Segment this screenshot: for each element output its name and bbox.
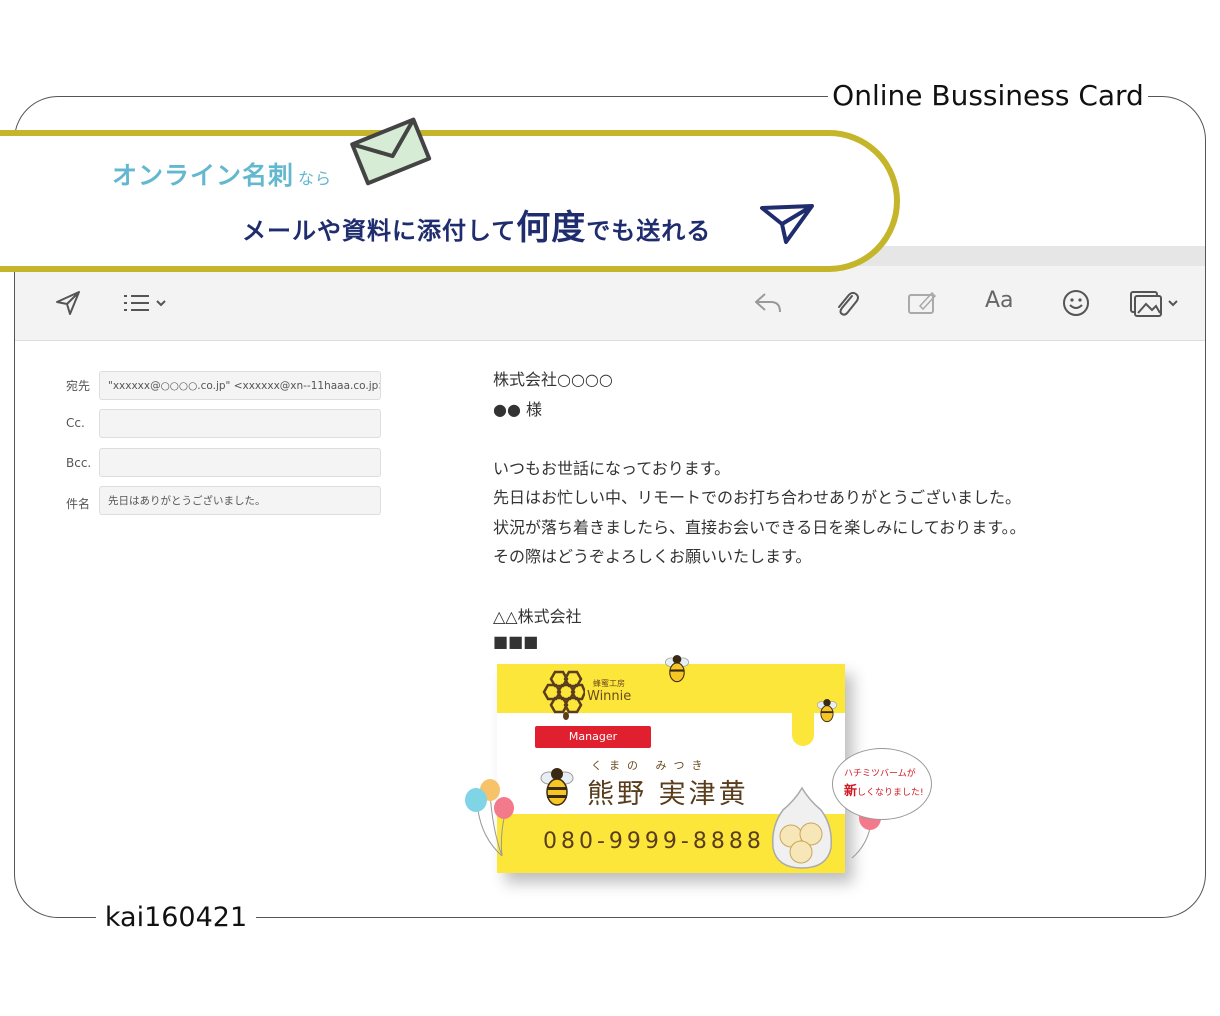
- markup-icon[interactable]: [905, 286, 939, 320]
- banner-line2-big: 何度: [516, 208, 587, 248]
- body-company[interactable]: 株式会社○○○○: [493, 366, 613, 390]
- product-bag-icon: [771, 786, 833, 869]
- banner-line2-b: でも送れる: [586, 217, 712, 245]
- body-paragraph[interactable]: その際はどうぞよろしくお願いいたします。: [493, 543, 811, 567]
- banner-line1: オンライン名刺 なら: [112, 156, 332, 192]
- banner-line2-a: メールや資料に添付して: [242, 217, 517, 245]
- bubble-big: 新: [844, 784, 858, 799]
- to-field[interactable]: "xxxxxx@○○○○.co.jp" <xxxxxx@xn--11haaa.c…: [99, 371, 381, 400]
- reply-icon[interactable]: [751, 286, 785, 320]
- bee-icon: [540, 768, 574, 806]
- body-paragraph[interactable]: 先日はお忙しい中、リモートでのお打ち合わせありがとうございました。: [493, 484, 1021, 508]
- subject-field[interactable]: 先日はありがとうございました。: [99, 486, 381, 515]
- honeycomb-logo-icon: [542, 670, 585, 720]
- mail-toolbar: Aa: [15, 266, 1205, 341]
- body-recipient[interactable]: ●● 様: [493, 396, 542, 420]
- list-format-icon[interactable]: [121, 286, 173, 320]
- font-icon[interactable]: Aa: [985, 288, 1014, 313]
- card-logo-sub: 蜂蜜工房: [593, 679, 625, 688]
- bubble-line1: ハチミツバームが: [844, 769, 916, 779]
- paperclip-icon[interactable]: [829, 286, 863, 320]
- banner-line1-small: なら: [298, 169, 333, 188]
- card-role-badge: Manager: [535, 726, 651, 748]
- to-label: 宛先: [66, 379, 91, 393]
- card-furigana: くまの みつき: [591, 759, 710, 772]
- bcc-field[interactable]: [99, 448, 381, 477]
- banner-line2: メールや資料に添付して何度でも送れる: [242, 200, 711, 249]
- subject-label: 件名: [66, 497, 91, 511]
- balloons-icon: [465, 779, 514, 857]
- card-logo-text: Winnie: [587, 689, 632, 704]
- cc-field[interactable]: [99, 409, 381, 438]
- bee-icon: [816, 699, 838, 723]
- business-card-image[interactable]: 蜂蜜工房 Winnie Manager くまの みつき 熊野 実津黄 080-9…: [497, 664, 845, 873]
- card-name: 熊野 実津黄: [587, 779, 749, 810]
- envelope-icon: [350, 117, 432, 186]
- bee-icon: [665, 655, 689, 683]
- paper-plane-icon: [760, 204, 814, 244]
- photo-browser-icon[interactable]: [1129, 286, 1185, 320]
- banner-line1-main: オンライン名刺: [112, 161, 295, 190]
- bubble-line2: しくなりました!: [857, 788, 924, 798]
- emoji-icon[interactable]: [1059, 286, 1093, 320]
- send-icon[interactable]: [51, 286, 85, 320]
- body-sender-company[interactable]: △△株式会社: [493, 603, 582, 627]
- card-phone: 080-9999-8888: [543, 829, 765, 854]
- body-paragraph[interactable]: いつもお世話になっております。: [493, 455, 730, 479]
- bcc-label: Bcc.: [66, 456, 92, 470]
- body-sender-name[interactable]: ■■■: [493, 632, 538, 651]
- frame-title: Online Bussiness Card: [828, 76, 1148, 116]
- cc-label: Cc.: [66, 416, 85, 430]
- frame-footer: kai160421: [96, 900, 256, 936]
- body-paragraph[interactable]: 状況が落ち着きましたら、直接お会いできる日を楽しみにしております。。: [493, 514, 1026, 538]
- speech-bubble-text: ハチミツバームが 新しくなりました!: [844, 765, 924, 802]
- honey-drip: [792, 704, 814, 746]
